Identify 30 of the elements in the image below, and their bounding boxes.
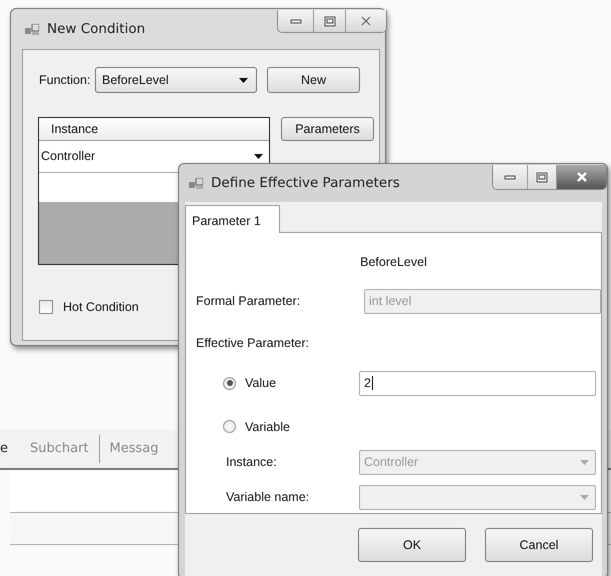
window-icon (25, 24, 39, 34)
column-header: Instance (39, 118, 269, 141)
field-label: Instance: (225, 454, 278, 472)
window-title: Define Effective Parameters (211, 174, 400, 193)
maximize-icon[interactable] (535, 172, 549, 182)
radio-button[interactable] (223, 376, 236, 390)
function-name: BeforeLevel (359, 254, 428, 271)
toolbar-tab[interactable]: e (0, 439, 8, 459)
radio-button[interactable] (223, 420, 236, 434)
new-button[interactable]: New (267, 67, 360, 93)
window-icon (189, 178, 203, 188)
ok-button[interactable]: OK (358, 528, 466, 562)
maximize-icon[interactable] (322, 16, 336, 26)
field-label: Variable name: (225, 489, 310, 506)
section-label: Effective Parameter: (195, 334, 310, 352)
radio-label: Value (245, 374, 276, 392)
field-label: Formal Parameter: (195, 292, 302, 310)
cancel-button[interactable]: Cancel (485, 528, 593, 562)
window-title: New Condition (47, 20, 146, 39)
function-dropdown[interactable]: BeforeLevel (95, 67, 257, 93)
tab[interactable]: Parameter 1 (185, 205, 280, 233)
close-icon[interactable] (360, 16, 372, 26)
checkbox-label: Hot Condition (63, 299, 139, 316)
dropdown-arrow-icon[interactable] (254, 154, 263, 159)
checkbox[interactable] (39, 300, 53, 314)
radio-label: Variable (245, 418, 290, 436)
function-label: Function: (38, 72, 92, 89)
value-field[interactable]: 2 (359, 370, 596, 396)
parameters-button[interactable]: Parameters (281, 117, 374, 141)
dropdown-arrow-icon[interactable] (239, 78, 248, 82)
